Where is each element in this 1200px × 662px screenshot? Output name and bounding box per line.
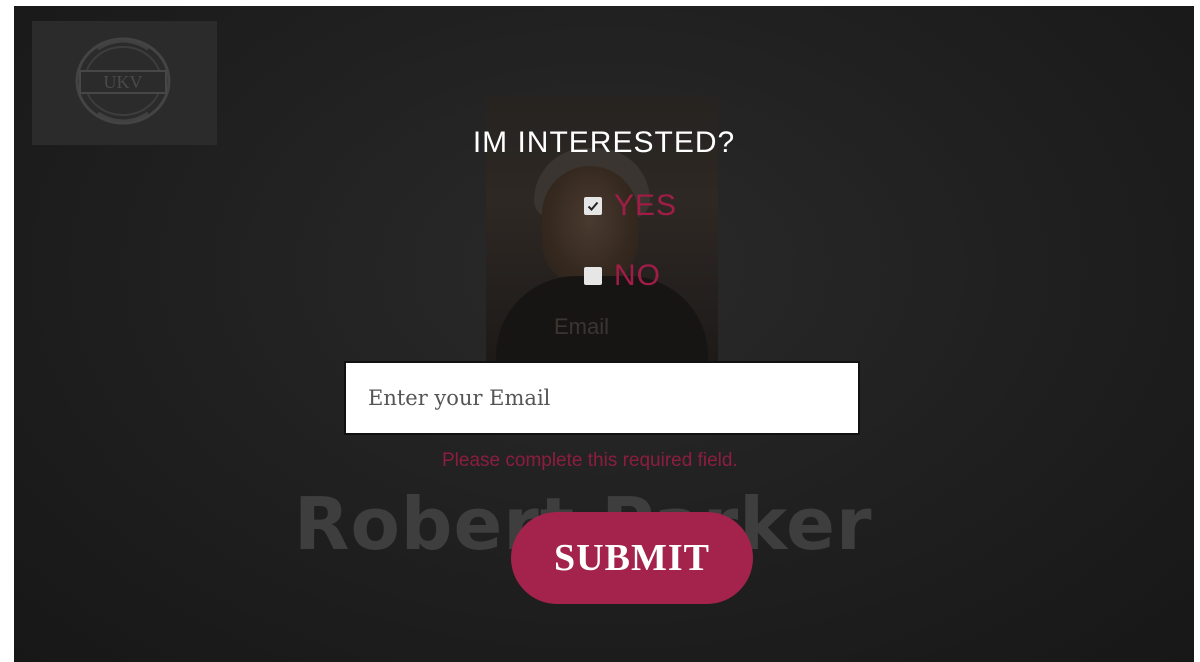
- email-input[interactable]: [344, 361, 860, 435]
- option-no-label: NO: [614, 259, 661, 292]
- form-title: IM INTERESTED?: [472, 126, 736, 159]
- modal-overlay: UKV Email Robert Parker IM INTERESTED? Y…: [14, 6, 1194, 662]
- photo-caption: Email: [554, 314, 610, 339]
- submit-button[interactable]: SUBMIT: [511, 512, 753, 604]
- option-yes-label: YES: [614, 189, 678, 222]
- svg-text:UKV: UKV: [104, 72, 143, 92]
- option-no[interactable]: NO: [584, 259, 661, 293]
- seal-logo-icon: UKV: [75, 37, 171, 125]
- checkmark-icon: [587, 201, 599, 211]
- no-checkbox[interactable]: [584, 267, 602, 285]
- yes-checkbox[interactable]: [584, 197, 602, 215]
- option-yes[interactable]: YES: [584, 189, 677, 223]
- required-field-error: Please complete this required field.: [442, 450, 738, 471]
